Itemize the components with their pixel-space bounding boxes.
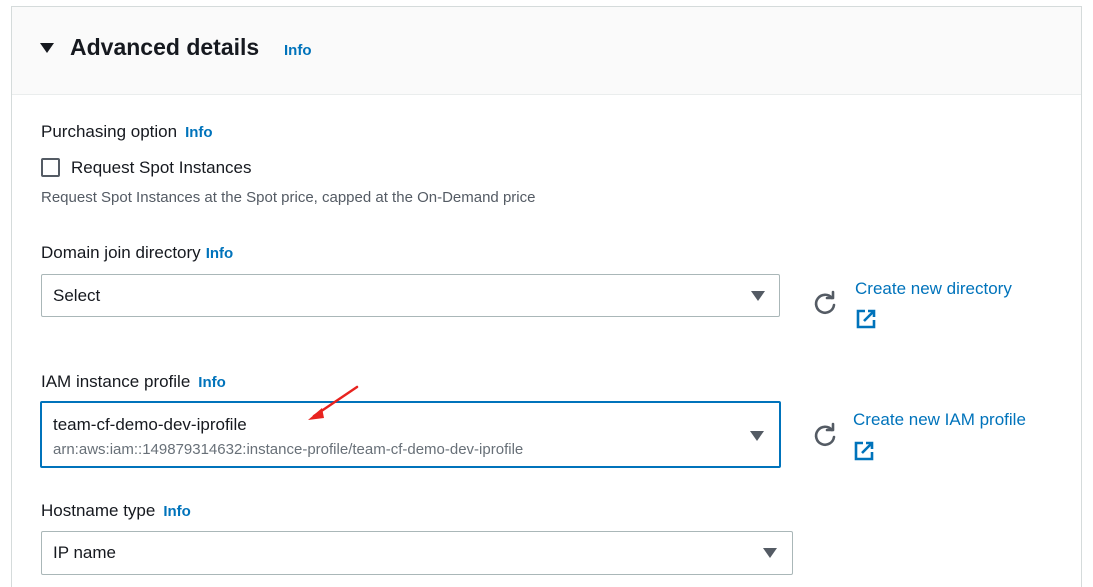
create-new-iam-profile-link[interactable]: Create new IAM profile [853,410,1026,430]
domain-join-select-value: Select [53,286,101,305]
domain-join-label-text: Domain join directory [41,243,201,262]
purchasing-option-label-text: Purchasing option [41,122,178,141]
iam-info-link[interactable]: Info [198,374,226,391]
panel-header[interactable]: Advanced details Info [12,7,1081,95]
external-link-icon[interactable] [855,308,877,330]
iam-profile-select[interactable]: team-cf-demo-dev-iprofile arn:aws:iam::1… [40,401,781,468]
external-link-icon[interactable] [853,440,875,462]
request-spot-hint: Request Spot Instances at the Spot price… [41,189,536,206]
purchasing-info-link[interactable]: Info [185,124,213,141]
hostname-type-select[interactable]: IP name [41,531,793,575]
dropdown-arrow-icon [750,431,764,441]
request-spot-checkbox[interactable] [41,158,60,177]
iam-profile-label: IAM instance profile Info [41,372,226,392]
hostname-info-link[interactable]: Info [163,503,191,520]
purchasing-option-label: Purchasing option Info [41,122,213,142]
request-spot-label[interactable]: Request Spot Instances [71,158,252,178]
dropdown-arrow-icon [751,291,765,301]
annotation-arrow-icon [308,385,359,420]
domain-join-info-link[interactable]: Info [206,245,234,262]
domain-join-label: Domain join directory Info [41,243,233,263]
hostname-type-label-text: Hostname type [41,501,156,520]
hostname-type-select-value: IP name [53,543,117,562]
dropdown-arrow-icon [763,548,777,558]
iam-profile-label-text: IAM instance profile [41,372,191,391]
create-new-directory-link[interactable]: Create new directory [855,279,1012,299]
panel-title: Advanced details [70,34,260,60]
iam-profile-select-value: team-cf-demo-dev-iprofile [53,415,247,434]
hostname-type-label: Hostname type Info [41,501,191,521]
domain-join-select[interactable]: Select [41,274,780,317]
refresh-icon[interactable] [812,422,838,448]
refresh-icon[interactable] [812,290,838,316]
caret-down-icon[interactable] [40,43,54,53]
iam-profile-arn: arn:aws:iam::149879314632:instance-profi… [53,441,524,458]
info-link[interactable]: Info [284,42,312,59]
